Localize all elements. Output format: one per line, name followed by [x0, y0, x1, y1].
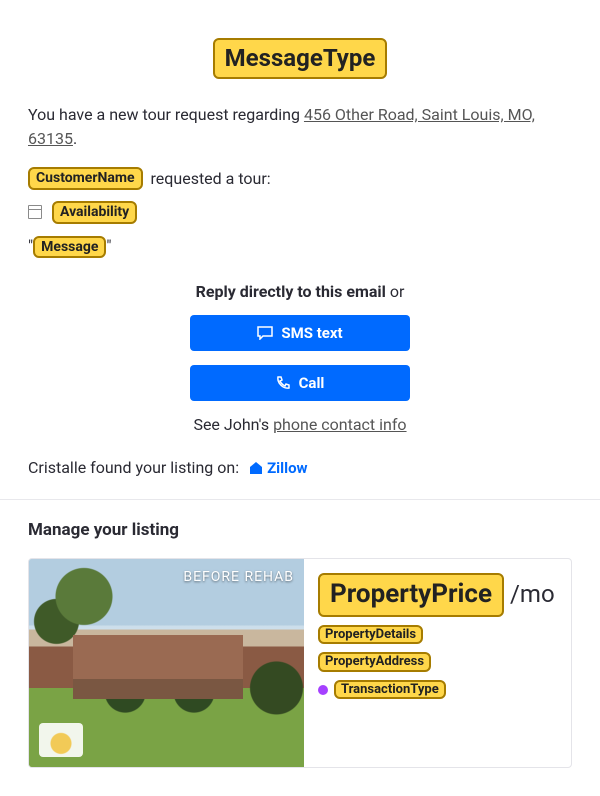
found-on-line: Cristalle found your listing on: Zillow — [28, 458, 572, 477]
listing-photo: BEFORE REHAB — [29, 559, 304, 767]
found-on-text: Cristalle found your listing on: — [28, 458, 239, 477]
requested-tour-text: requested a tour: — [151, 167, 271, 191]
intro-prefix: You have a new tour request regarding — [28, 105, 304, 124]
price-suffix: /mo — [510, 580, 555, 608]
calendar-icon — [28, 205, 42, 219]
intro-paragraph: You have a new tour request regarding 45… — [28, 103, 572, 151]
listing-meta: PropertyPrice /mo PropertyDetails Proper… — [304, 559, 569, 767]
customer-name-placeholder: CustomerName — [28, 167, 143, 190]
property-price-placeholder: PropertyPrice — [318, 573, 504, 616]
reply-strong: Reply directly to this email — [196, 282, 386, 301]
email-title: MessageType — [28, 38, 572, 79]
contact-prefix: See John's — [193, 415, 273, 434]
message-type-placeholder: MessageType — [213, 38, 388, 79]
chat-icon — [257, 326, 273, 340]
property-details-placeholder: PropertyDetails — [318, 625, 423, 645]
zillow-house-icon — [249, 461, 263, 475]
call-button[interactable]: Call — [190, 365, 410, 401]
message-placeholder: Message — [33, 236, 106, 259]
availability-placeholder: Availability — [52, 201, 137, 224]
transaction-type-placeholder: TransactionType — [334, 680, 446, 700]
phone-contact-link[interactable]: phone contact info — [273, 415, 406, 434]
reply-instruction: Reply directly to this email or — [28, 282, 572, 301]
contact-info-line: See John's phone contact info — [28, 415, 572, 434]
availability-line: Availability — [28, 201, 572, 224]
sms-text-button[interactable]: SMS text — [190, 315, 410, 351]
call-button-label: Call — [299, 374, 325, 392]
photo-overlay-text: BEFORE REHAB — [183, 569, 294, 585]
manage-listing-heading: Manage your listing — [28, 520, 572, 540]
intro-suffix: . — [73, 129, 77, 148]
phone-icon — [276, 376, 291, 391]
status-dot-icon — [318, 685, 328, 695]
requester-line: CustomerName requested a tour: — [28, 167, 572, 191]
reply-or: or — [386, 282, 405, 301]
property-address-placeholder: PropertyAddress — [318, 652, 431, 672]
zillow-brand-text: Zillow — [267, 459, 308, 477]
transaction-row: TransactionType — [318, 680, 446, 700]
sms-button-label: SMS text — [281, 324, 342, 342]
watermark-badge — [39, 723, 83, 757]
price-row: PropertyPrice /mo — [318, 573, 555, 616]
zillow-logo[interactable]: Zillow — [249, 459, 308, 477]
message-line: "Message" — [28, 236, 572, 259]
listing-card[interactable]: BEFORE REHAB PropertyPrice /mo PropertyD… — [28, 558, 572, 768]
